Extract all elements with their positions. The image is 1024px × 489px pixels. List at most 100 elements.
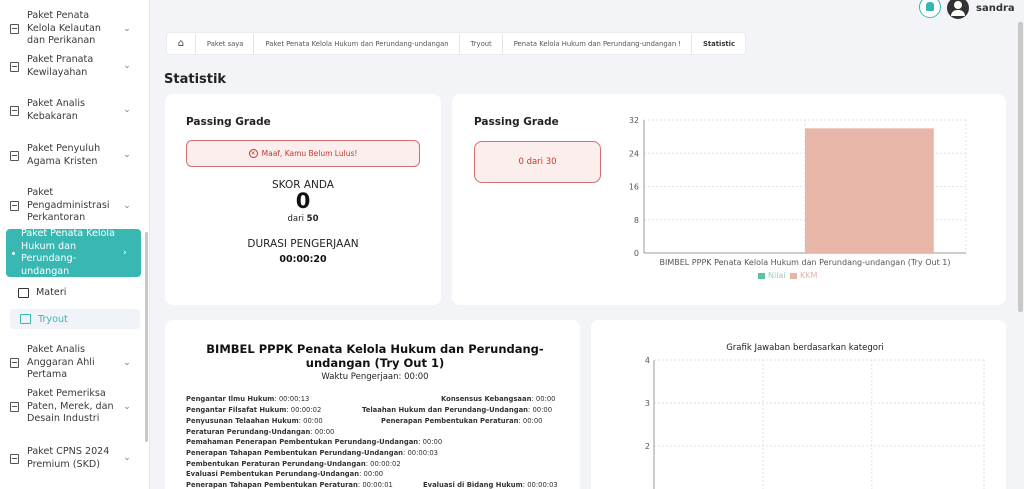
summary-row: Telaahan Hukum dan Perundang-Undangan: 0… [362,406,553,414]
grade-bar-chart: 0 8 16 24 32 BIMBEL PPPK Penata Kelola Hukum … [629,116,967,267]
user-name[interactable]: sandra [976,3,1015,14]
sidebar-item-label: Paket Analis Anggaran Ahli Pertama [27,344,95,380]
close-circle-icon: ✕ [248,149,258,158]
notification-icon[interactable] [919,0,941,18]
summary-row: Evaluasi Pembentukan Perundang-Undangan:… [186,470,384,478]
legend-label-nilai: Nilai [768,271,786,280]
chevron-down-icon: ⌄ [123,401,131,412]
chevron-down-icon: ⌄ [123,23,131,34]
summary-row: Konsensus Kebangsaan: 00:00 [441,395,556,403]
breadcrumb: ⌂ Paket saya Paket Penata Kelola Hukum d… [166,32,746,55]
document-icon [10,453,19,464]
legend-swatch-nilai [758,272,765,279]
y-tick-label: 3 [645,399,650,408]
document-icon [10,23,19,34]
chevron-right-icon: › [123,247,127,258]
sidebar-sub-materi[interactable]: Materi [18,287,66,298]
sidebar-item-kristen[interactable]: Paket Penyuluh Agama Kristen ⌄ [0,143,148,168]
bar-kkm [805,128,934,253]
sidebar-item-label: Paket Analis Kebakaran [27,98,86,122]
duration-value: 00:00:20 [279,254,327,265]
sidebar-item-hukum-active[interactable]: Paket Penata Kelola Hukum dan Perundang-… [6,228,141,277]
sidebar-sub-tryout[interactable]: Tryout [10,309,140,329]
document-icon [10,61,19,72]
sidebar-item-cpns[interactable]: Paket CPNS 2024 Premium (SKD) ⌄ [0,446,148,471]
sidebar-item-kebakaran[interactable]: Paket Analis Kebakaran ⌄ [0,98,148,123]
document-icon [10,150,19,161]
bullet-icon [12,251,15,255]
sidebar-item-label: Paket Pengadministrasi Perkantoran [27,187,110,223]
sidebar-item-kelautan[interactable]: Paket Penata Kelola Kelautan dan Perikan… [0,10,148,48]
sidebar-item-pranata[interactable]: Paket Pranata Kewilayahan ⌄ [0,54,148,79]
chevron-down-icon: ⌄ [123,61,131,72]
chevron-down-icon: ⌄ [123,200,131,211]
legend-nilai[interactable]: Nilai [758,271,786,280]
book-icon [18,287,29,298]
summary-row: Pengantar Filsafat Hukum: 00:00:02 [186,406,322,414]
grade-value: 0 dari 30 [518,157,557,167]
y-tick-label: 4 [645,356,650,365]
sidebar-item-label: Paket CPNS 2024 Premium (SKD) [27,446,110,470]
summary-row: Penyusunan Telaahan Hukum: 00:00 [186,417,323,425]
legend-label-kkm: KKM [800,271,818,280]
sidebar-item-paten[interactable]: Paket Pemeriksa Paten, Merek, dan Desain… [0,388,148,426]
summary-row: Penerapan Pembentukan Peraturan: 00:00 [381,417,543,425]
sidebar-item-label: Paket Penata Kelola Kelautan dan Perikan… [27,10,101,46]
sidebar-sub-label: Tryout [38,313,68,325]
home-icon[interactable]: ⌂ [167,38,195,49]
page-title: Statistik [164,72,227,87]
document-icon [10,357,19,368]
y-tick-label: 24 [629,149,639,158]
grade-value-box: 0 dari 30 [474,141,601,183]
fail-message: Maaf, Kamu Belum Lulus! [261,149,358,158]
summary-row: Penerapan Tahapan Pembentukan Perundang-… [186,449,438,457]
chart-icon [20,314,31,324]
summary-row: Evaluasi di Bidang Hukum: 00:00:03 [423,481,558,489]
sidebar-scrollbar[interactable] [145,232,148,442]
duration-label: DURASI PENGERJAAN [247,238,359,250]
sidebar-item-label: Paket Penata Kelola Hukum dan Perundang-… [21,228,115,277]
sidebar-item-perkantoran[interactable]: Paket Pengadministrasi Perkantoran ⌄ [0,187,148,225]
score-value: 0 [295,189,311,213]
page-scrollbar[interactable] [1018,22,1023,312]
avatar[interactable] [947,0,969,19]
chevron-down-icon: ⌄ [123,357,131,368]
summary-row: Pengantar Ilmu Hukum: 00:00:13 [186,395,310,403]
chevron-down-icon: ⌄ [123,105,131,116]
out-of-value: 50 [306,214,319,224]
breadcrumb-item[interactable]: Paket saya [194,33,254,54]
summary-row: Penerapan Tahapan Pembentukan Peraturan:… [186,481,393,489]
breadcrumb-item[interactable]: Paket Penata Kelola Hukum dan Perundang-… [253,33,458,54]
y-tick-label: 2 [645,442,650,451]
chevron-down-icon: ⌄ [123,150,131,161]
sidebar-item-label: Paket Pranata Kewilayahan [27,54,94,78]
summary-row: Peraturan Perundang-Undangan: 00:00 [186,428,335,436]
breadcrumb-item[interactable]: Tryout [458,33,502,54]
out-of-prefix: dari [287,214,304,224]
summary-time: Waktu Pengerjaan: 00:00 [321,372,429,382]
fail-alert: ✕ Maaf, Kamu Belum Lulus! [186,140,420,167]
chart-title: Grafik Jawaban berdasarkan kategori [726,343,884,353]
sidebar-sub-label: Materi [36,287,67,298]
legend-swatch-kkm [790,272,797,279]
sidebar-item-label: Paket Pemeriksa Paten, Merek, dan Desain… [27,388,114,424]
y-tick-label: 16 [629,183,639,192]
passing-grade-heading: Passing Grade [186,116,271,128]
document-icon [10,105,19,116]
legend-kkm[interactable]: KKM [790,271,817,280]
chevron-down-icon: ⌄ [123,453,131,464]
x-tick-label: BIMBEL PPPK Penata Kelola Hukum dan Peru… [660,258,951,267]
document-icon [10,401,19,412]
summary-row: Pemahaman Penerapan Pembentukan Perundan… [186,438,443,446]
score-out-of: dari 50 [186,214,420,224]
y-tick-label: 32 [629,116,639,125]
breadcrumb-item[interactable]: Penata Kelola Hukum dan Perundang-undang… [501,33,691,54]
category-bar-chart: Grafik Jawaban berdasarkan kategori 4 3 2 [645,343,985,489]
summary-title: BIMBEL PPPK Penata Kelola Hukum dan Peru… [206,342,544,370]
sidebar-item-anggaran[interactable]: Paket Analis Anggaran Ahli Pertama ⌄ [0,344,148,382]
y-tick-label: 8 [634,216,639,225]
y-tick-label: 0 [634,249,639,258]
sidebar: Paket Penata Kelola Kelautan dan Perikan… [0,0,150,489]
summary-row: Pembentukan Peraturan Perundang-Undangan… [186,460,401,468]
breadcrumb-current: Statistic [691,33,745,54]
